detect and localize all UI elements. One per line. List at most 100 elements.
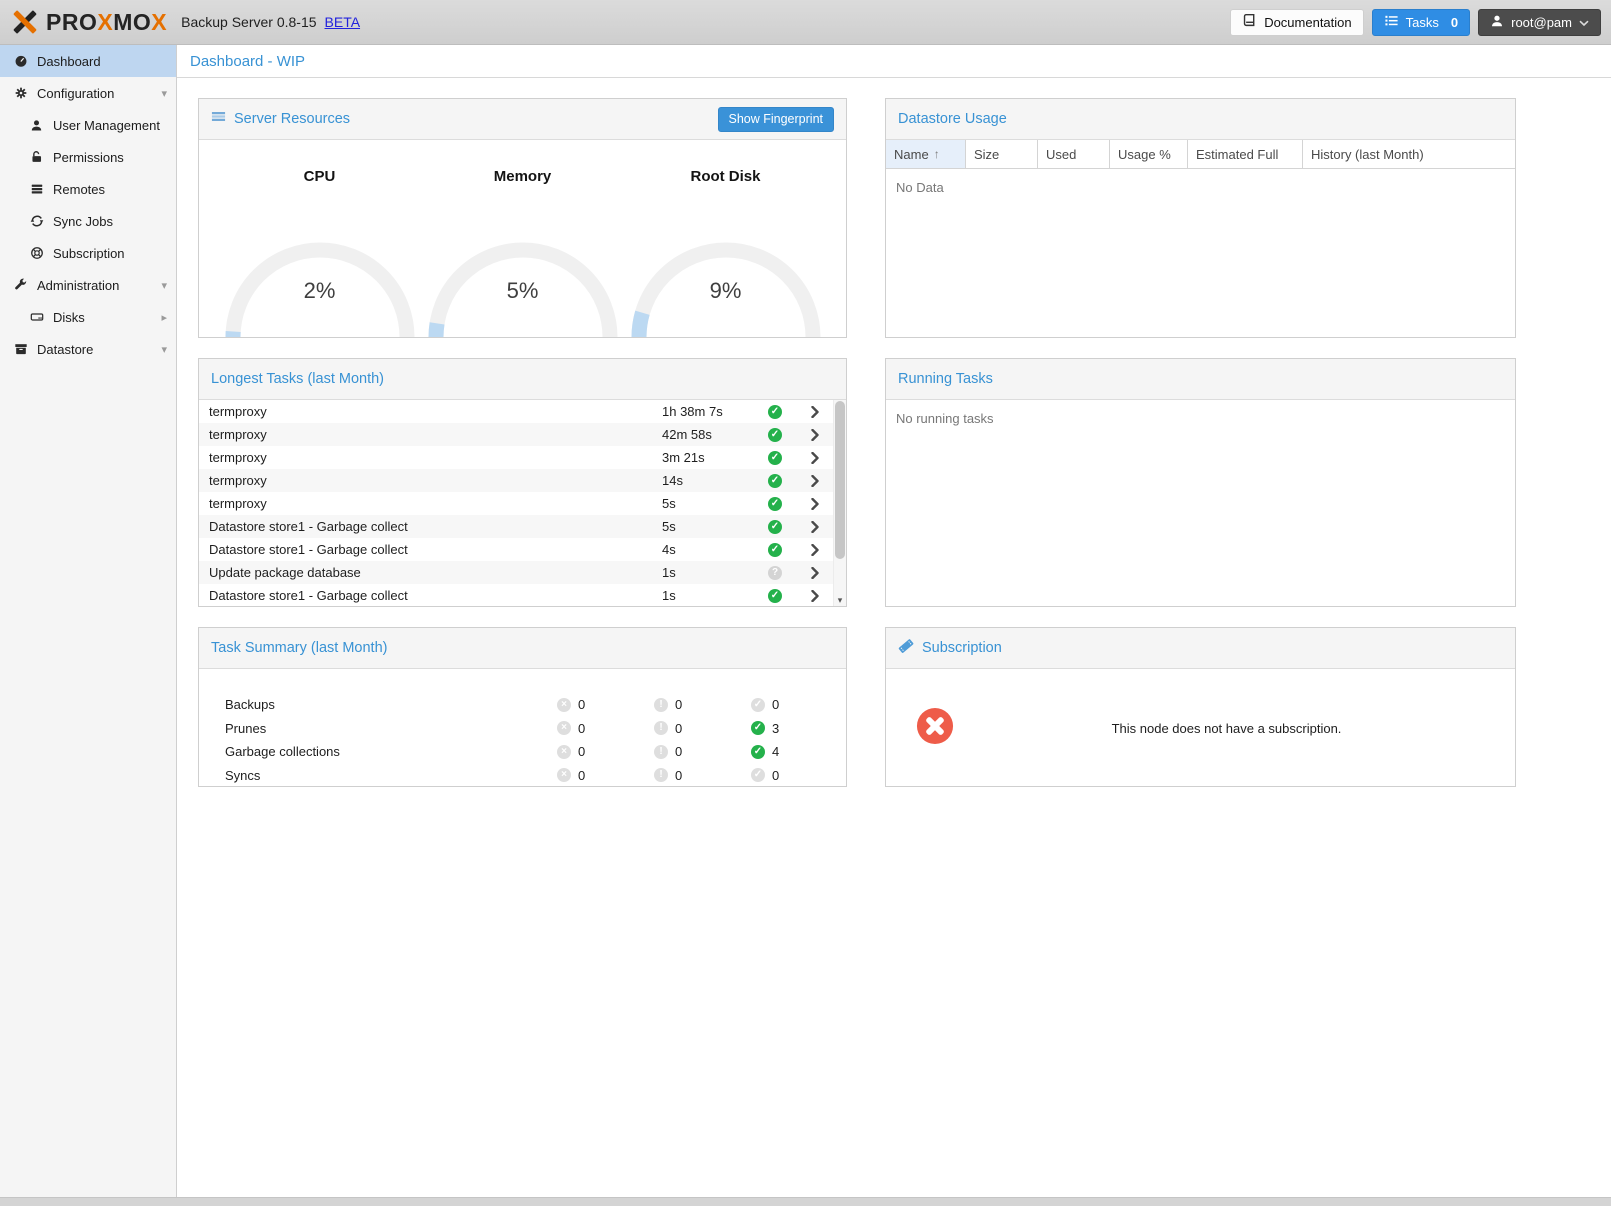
gears-icon	[12, 86, 29, 100]
vertical-scrollbar[interactable]: ▾	[833, 400, 846, 606]
unlock-icon	[28, 150, 45, 164]
scrollbar-thumb[interactable]	[835, 401, 845, 559]
task-row[interactable]: Update package database1s?	[199, 561, 846, 584]
summary-label: Prunes	[225, 721, 557, 736]
sort-asc-icon: ↑	[934, 147, 940, 161]
ok-circle-icon: ✓	[751, 721, 765, 735]
task-duration: 5s	[662, 496, 768, 511]
ok-circle-icon: ✓	[751, 745, 765, 759]
sidebar-item-dashboard[interactable]: Dashboard	[0, 45, 176, 77]
proxmox-logo: PROXMOX	[10, 7, 167, 37]
task-summary-rows: Backups×0!0✓0Prunes×0!0✓3Garbage collect…	[199, 669, 846, 786]
sidebar-item-label: Administration	[37, 278, 119, 293]
running-tasks-empty-text: No running tasks	[886, 400, 1515, 437]
task-duration: 42m 58s	[662, 427, 768, 442]
resource-gauges: CPU2%Memory5%Root Disk9%	[199, 140, 846, 337]
task-row[interactable]: termproxy14s✓	[199, 469, 846, 492]
panel-title: Subscription	[922, 640, 1002, 656]
subscription-header: Subscription	[886, 628, 1515, 668]
running-tasks-header: Running Tasks	[886, 359, 1515, 399]
longest-tasks-panel: Longest Tasks (last Month) termproxy1h 3…	[198, 358, 847, 607]
sidebar-item-sync-jobs[interactable]: Sync Jobs	[0, 205, 176, 237]
gauge-arc: 5%	[428, 225, 618, 337]
warning-circle-icon: !	[654, 698, 668, 712]
ok-count: 0	[772, 697, 779, 712]
gauge-label: Memory	[494, 168, 552, 185]
user-icon	[28, 119, 45, 132]
chevron-right-icon[interactable]	[800, 498, 830, 510]
task-duration: 5s	[662, 519, 768, 534]
ok-circle-icon: ✓	[751, 768, 765, 782]
panel-title: Running Tasks	[898, 371, 993, 387]
collapse-arrow-icon[interactable]: ▾	[161, 343, 167, 356]
task-name: Update package database	[209, 565, 662, 580]
task-name: termproxy	[209, 404, 662, 419]
gauge-label: Root Disk	[690, 168, 760, 185]
expand-arrow-icon[interactable]: ▸	[161, 311, 167, 324]
scrollbar-down-arrow-icon[interactable]: ▾	[834, 595, 846, 606]
topbar: PROXMOX Backup Server 0.8-15 BETA Docume…	[0, 0, 1611, 45]
column-header-usage[interactable]: Usage %	[1110, 140, 1188, 168]
longest-tasks-list: termproxy1h 38m 7s✓termproxy42m 58s✓term…	[199, 400, 846, 606]
server-icon	[28, 182, 45, 196]
refresh-icon	[28, 214, 45, 228]
chevron-right-icon[interactable]	[800, 567, 830, 579]
beta-link[interactable]: BETA	[325, 14, 361, 30]
chevron-right-icon[interactable]	[800, 429, 830, 441]
task-name: Datastore store1 - Garbage collect	[209, 588, 662, 603]
task-summary-panel: Task Summary (last Month) Backups×0!0✓0P…	[198, 627, 847, 787]
horizontal-scrollbar[interactable]	[0, 1197, 1611, 1206]
chevron-right-icon[interactable]	[800, 521, 830, 533]
task-row[interactable]: termproxy1h 38m 7s✓	[199, 400, 846, 423]
chevron-right-icon[interactable]	[800, 590, 830, 602]
show-fingerprint-button[interactable]: Show Fingerprint	[718, 107, 835, 132]
sidebar-item-subscription[interactable]: Subscription	[0, 237, 176, 269]
task-row[interactable]: Datastore store1 - Garbage collect4s✓	[199, 538, 846, 561]
topbar-actions: Documentation Tasks 0 root@pam	[1230, 9, 1601, 36]
task-row[interactable]: termproxy5s✓	[199, 492, 846, 515]
chevron-right-icon[interactable]	[800, 406, 830, 418]
task-row[interactable]: termproxy3m 21s✓	[199, 446, 846, 469]
task-status-ok-icon: ✓	[768, 451, 782, 465]
sidebar-item-label: Permissions	[53, 150, 124, 165]
sidebar-item-label: Disks	[53, 310, 85, 325]
collapse-arrow-icon[interactable]: ▾	[161, 279, 167, 292]
sidebar-item-administration[interactable]: Administration ▾	[0, 269, 176, 301]
task-name: Datastore store1 - Garbage collect	[209, 519, 662, 534]
column-header-history-last-month[interactable]: History (last Month)	[1303, 140, 1515, 168]
column-header-used[interactable]: Used	[1038, 140, 1110, 168]
chevron-down-icon	[1579, 15, 1589, 30]
user-menu-button[interactable]: root@pam	[1478, 9, 1601, 36]
column-header-name[interactable]: Name↑	[886, 140, 966, 168]
sidebar-item-configuration[interactable]: Configuration▾	[0, 77, 176, 109]
task-name: termproxy	[209, 450, 662, 465]
sidebar-item-user-management[interactable]: User Management	[0, 109, 176, 141]
task-row[interactable]: Datastore store1 - Garbage collect1s✓	[199, 584, 846, 606]
task-row[interactable]: Datastore store1 - Garbage collect5s✓	[199, 515, 846, 538]
sidebar-item-label: Dashboard	[37, 54, 101, 69]
subscription-panel: Subscription This node does not have a s…	[885, 627, 1516, 787]
collapse-arrow-icon[interactable]: ▾	[161, 87, 167, 100]
column-header-size[interactable]: Size	[966, 140, 1038, 168]
summary-label: Syncs	[225, 768, 557, 783]
sidebar-item-permissions[interactable]: Permissions	[0, 141, 176, 173]
summary-label: Backups	[225, 697, 557, 712]
chevron-right-icon[interactable]	[800, 452, 830, 464]
tasks-button[interactable]: Tasks 0	[1372, 9, 1470, 36]
task-row[interactable]: termproxy42m 58s✓	[199, 423, 846, 446]
panel-title: Longest Tasks (last Month)	[211, 371, 384, 387]
longest-tasks-header: Longest Tasks (last Month)	[199, 359, 846, 399]
sidebar-item-label: User Management	[53, 118, 160, 133]
gauge-label: CPU	[304, 168, 336, 185]
sidebar-item-remotes[interactable]: Remotes	[0, 173, 176, 205]
documentation-button[interactable]: Documentation	[1230, 9, 1363, 36]
subscription-message: This node does not have a subscription.	[954, 721, 1499, 736]
column-header-estimated-full[interactable]: Estimated Full	[1188, 140, 1303, 168]
chevron-right-icon[interactable]	[800, 475, 830, 487]
error-circle-icon: ×	[557, 745, 571, 759]
sidebar-item-datastore[interactable]: Datastore▾	[0, 333, 176, 365]
chevron-right-icon[interactable]	[800, 544, 830, 556]
task-name: termproxy	[209, 473, 662, 488]
sidebar-item-disks[interactable]: Disks ▸	[0, 301, 176, 333]
ok-count: 0	[772, 768, 779, 783]
